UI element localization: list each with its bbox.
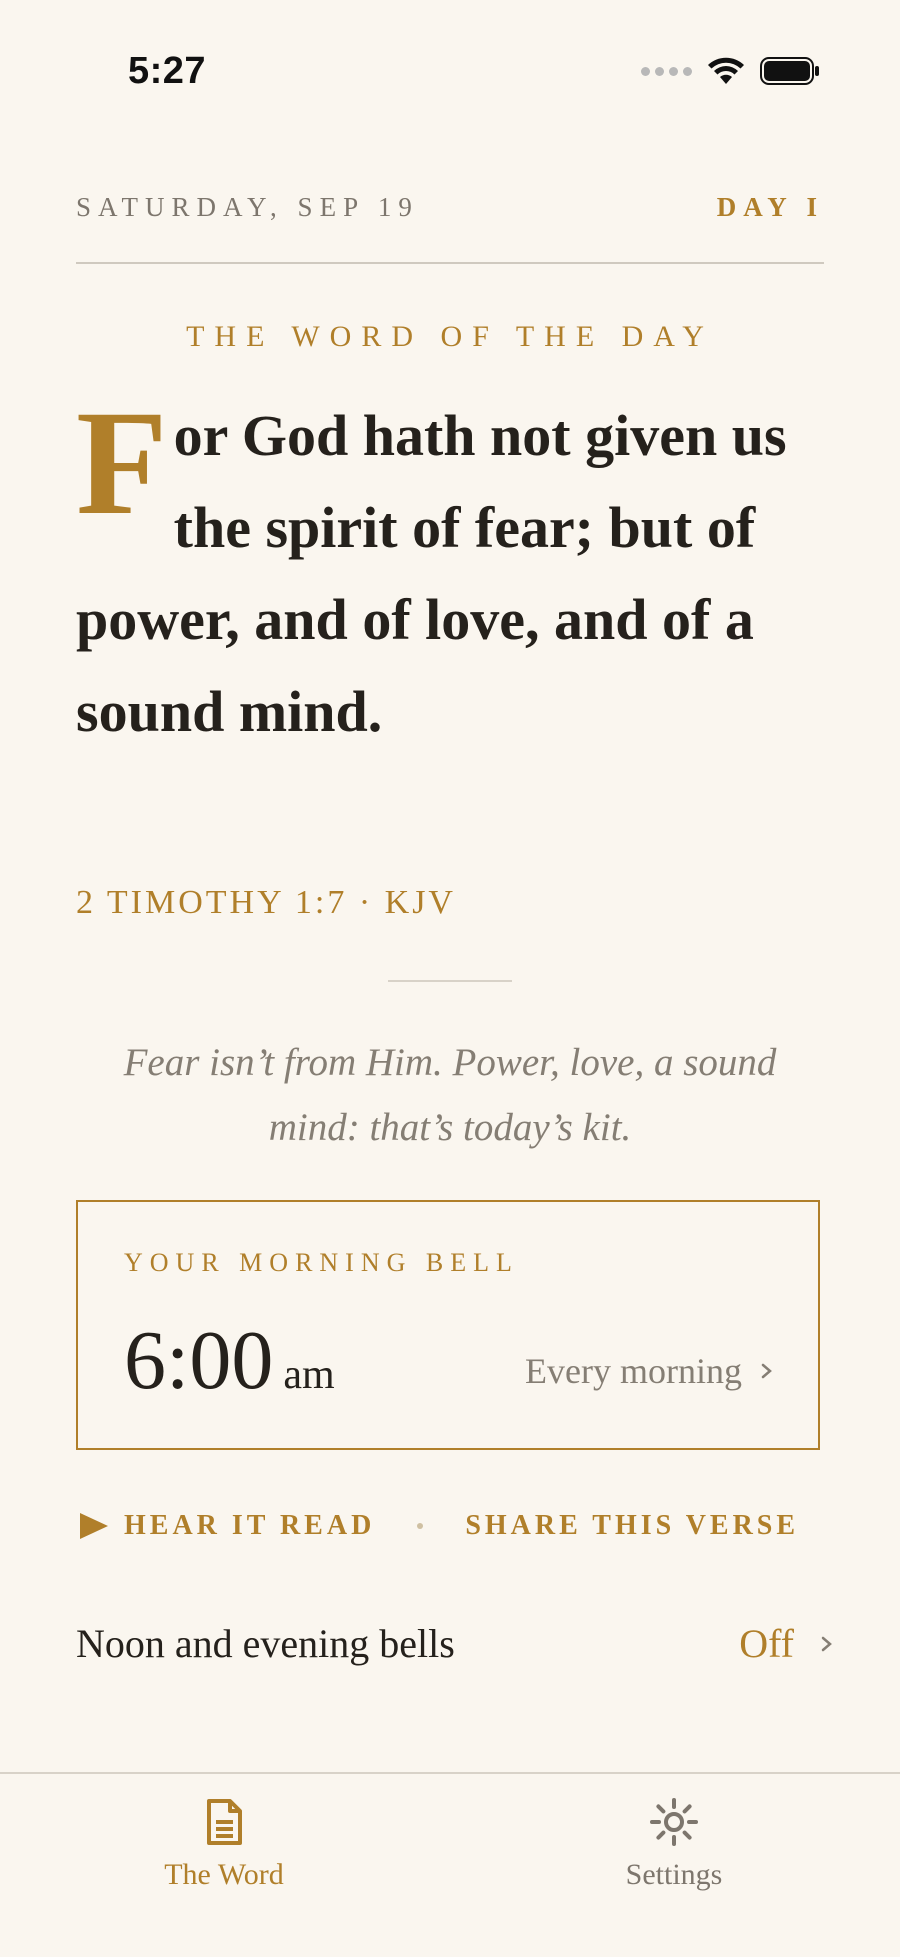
document-icon [94, 1794, 354, 1850]
status-bar: 5:27 [0, 0, 900, 110]
bell-repeat-selector[interactable]: Every morning [525, 1350, 774, 1392]
verse-actions: HEAR IT READ SHARE THIS VERSE [80, 1510, 820, 1542]
verse-drop-cap: F [76, 380, 168, 546]
bell-time-value: 6:00 [124, 1314, 274, 1407]
verse-body: or God hath not given us the spirit of f… [76, 403, 787, 744]
bell-time[interactable]: 6:00 am [124, 1312, 335, 1409]
action-separator [417, 1523, 424, 1529]
tab-the-word[interactable]: The Word [94, 1794, 354, 1892]
tab-bar: The Word Settings [0, 1772, 900, 1957]
share-verse-button[interactable]: SHARE THIS VERSE [465, 1510, 799, 1542]
noon-evening-bells-status: Off [739, 1621, 794, 1666]
tab-the-word-label: The Word [164, 1858, 284, 1891]
wifi-icon [708, 57, 744, 84]
noon-evening-bells-value: Off [739, 1620, 834, 1667]
play-icon [80, 1513, 108, 1539]
gear-icon [544, 1794, 804, 1850]
noon-evening-bells-row[interactable]: Noon and evening bells Off [76, 1620, 834, 1667]
date-header: SATURDAY, SEP 19 DAY I [76, 192, 824, 264]
hear-it-read-button[interactable]: HEAR IT READ [80, 1510, 375, 1542]
morning-bell-card[interactable]: YOUR MORNING BELL 6:00 am Every morning [76, 1200, 820, 1450]
status-icons [641, 56, 820, 86]
share-verse-label: SHARE THIS VERSE [465, 1510, 800, 1541]
chevron-right-icon [821, 1636, 832, 1651]
status-time: 5:27 [128, 50, 207, 92]
bell-repeat-label: Every morning [525, 1351, 742, 1391]
verse-text: F or God hath not given us the spirit of… [76, 380, 836, 758]
cellular-signal-icon [641, 66, 692, 76]
day-counter: DAY I [716, 192, 824, 222]
divider [388, 980, 512, 982]
reflection-text: Fear isn’t from Him. Power, love, a soun… [123, 1041, 777, 1149]
hear-it-read-label: HEAR IT READ [124, 1510, 376, 1541]
tab-settings[interactable]: Settings [544, 1794, 804, 1892]
current-date: SATURDAY, SEP 19 [76, 192, 419, 222]
tab-settings-label: Settings [625, 1858, 723, 1891]
verse-citation: 2 TIMOTHY 1:7 · KJV [76, 884, 456, 921]
battery-icon [760, 57, 819, 85]
noon-evening-bells-label: Noon and evening bells [76, 1621, 455, 1666]
section-title: THE WORD OF THE DAY [186, 320, 714, 353]
bell-time-ampm: am [283, 1352, 335, 1398]
bell-label: YOUR MORNING BELL [124, 1248, 519, 1277]
chevron-right-icon [761, 1363, 772, 1379]
